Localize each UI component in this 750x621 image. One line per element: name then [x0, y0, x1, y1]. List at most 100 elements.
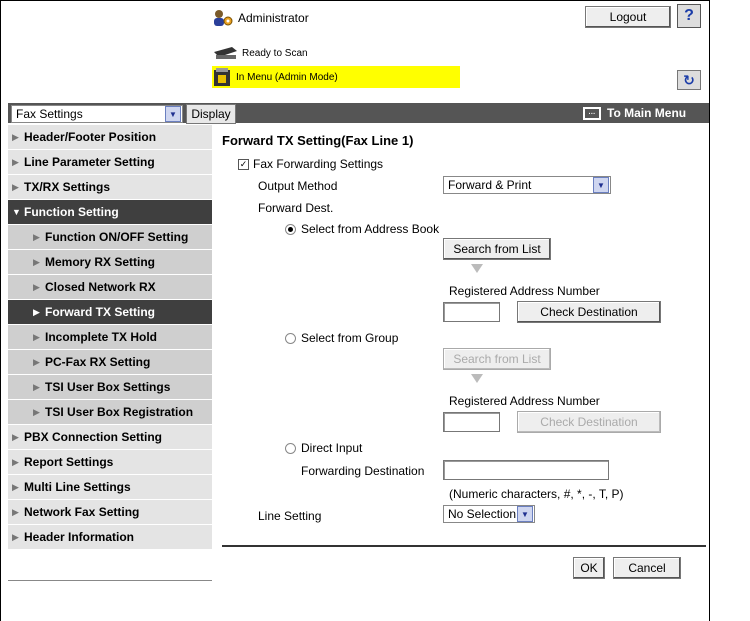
sidebar-item-label: PBX Connection Setting [24, 430, 162, 444]
triangle-right-icon: ▶ [33, 406, 40, 417]
triangle-right-icon: ▶ [12, 531, 19, 542]
triangle-right-icon: ▶ [12, 481, 19, 492]
sidebar-item[interactable]: ▶ Header Information [8, 525, 212, 550]
sidebar-item-label: PC-Fax RX Setting [45, 355, 151, 369]
line-setting-label: Line Setting [258, 509, 322, 523]
triangle-right-icon: ▶ [12, 456, 19, 467]
sidebar-item-label: Report Settings [24, 455, 114, 469]
help-button[interactable]: ? [677, 4, 701, 28]
triangle-right-icon: ▶ [12, 431, 19, 442]
main-menu-label: To Main Menu [607, 106, 687, 120]
sidebar-item-label: Function Setting [24, 205, 119, 219]
copier-icon [214, 68, 230, 86]
fax-forwarding-checkbox[interactable]: ✓ [238, 159, 249, 171]
group-search-from-list-button[interactable]: Search from List [443, 348, 551, 370]
sidebar-bottom-divider [8, 580, 212, 581]
sidebar-item[interactable]: ▶ Closed Network RX [8, 275, 212, 300]
arrow-down-icon [471, 374, 483, 383]
direct-input-hint: (Numeric characters, #, *, -, T, P) [449, 487, 624, 501]
frame-top-border [0, 0, 710, 1]
registered-address-number-label: Registered Address Number [449, 284, 600, 298]
sidebar-item[interactable]: ▶ Function ON/OFF Setting [8, 225, 212, 250]
sidebar-item-label: Incomplete TX Hold [45, 330, 158, 344]
page-title: Forward TX Setting(Fax Line 1) [222, 133, 414, 148]
address-book-radio[interactable] [285, 224, 296, 236]
forward-dest-label: Forward Dest. [258, 201, 334, 215]
sidebar-item-label: Network Fax Setting [24, 505, 140, 519]
sidebar-item-label: Forward TX Setting [45, 305, 156, 319]
arrow-down-icon [471, 264, 483, 273]
form-divider [222, 545, 706, 547]
main-menu-link[interactable]: ··· To Main Menu [583, 103, 686, 123]
line-setting-value: No Selection [448, 507, 517, 521]
group-label: Select from Group [301, 331, 399, 345]
registered-address-number-input[interactable] [443, 302, 500, 322]
direct-input-radio[interactable] [285, 443, 296, 455]
sidebar-item[interactable]: ▶ Incomplete TX Hold [8, 325, 212, 350]
sidebar-item[interactable]: ▶ TSI User Box Settings [8, 375, 212, 400]
logout-button[interactable]: Logout [585, 6, 671, 28]
forwarding-destination-label: Forwarding Destination [301, 464, 425, 478]
sidebar-item-label: Line Parameter Setting [24, 155, 155, 169]
triangle-right-icon: ▶ [33, 281, 40, 292]
administrator-label: Administrator [238, 11, 309, 25]
sidebar-item[interactable]: ▶ Header/Footer Position [8, 125, 212, 150]
sidebar-item[interactable]: ▶ PC-Fax RX Setting [8, 350, 212, 375]
output-method-select[interactable]: Forward & Print ▼ [443, 176, 611, 194]
ok-button[interactable]: OK [573, 557, 605, 579]
sidebar-item[interactable]: ▶ TX/RX Settings [8, 175, 212, 200]
fax-forwarding-row[interactable]: ✓ Fax Forwarding Settings [238, 157, 383, 171]
sidebar-item-label: TSI User Box Settings [45, 380, 171, 394]
sidebar-item[interactable]: ▶ Memory RX Setting [8, 250, 212, 275]
triangle-right-icon: ▶ [12, 156, 19, 167]
triangle-right-icon: ▶ [33, 356, 40, 367]
category-select-value: Fax Settings [16, 107, 83, 121]
administrator-icon [214, 10, 233, 26]
fax-forwarding-label: Fax Forwarding Settings [253, 157, 384, 171]
triangle-right-icon: ▶ [33, 306, 40, 317]
main-menu-icon: ··· [583, 106, 601, 120]
option-direct-input[interactable]: Direct Input [285, 441, 362, 455]
address-book-label: Select from Address Book [301, 222, 440, 236]
triangle-right-icon: ▶ [33, 331, 40, 342]
sidebar-item-label: Memory RX Setting [45, 255, 156, 269]
sidebar-item[interactable]: ▶ Report Settings [8, 450, 212, 475]
chevron-down-icon: ▼ [517, 506, 533, 522]
sidebar-item-label: Multi Line Settings [24, 480, 131, 494]
sidebar-item[interactable]: ▶ PBX Connection Setting [8, 425, 212, 450]
direct-input-label: Direct Input [301, 441, 363, 455]
check-destination-button[interactable]: Check Destination [517, 301, 661, 323]
refresh-button[interactable]: ↻ [677, 70, 701, 90]
scanner-status: Ready to Scan [212, 46, 308, 60]
menu-status-bar: In Menu (Admin Mode) [212, 66, 460, 88]
sidebar-item-label: Closed Network RX [45, 280, 156, 294]
sidebar-item[interactable]: ▶ Forward TX Setting [8, 300, 212, 325]
option-address-book[interactable]: Select from Address Book [285, 222, 439, 236]
triangle-right-icon: ▶ [33, 381, 40, 392]
chevron-down-icon: ▼ [593, 177, 609, 193]
sidebar-item[interactable]: ▶ Multi Line Settings [8, 475, 212, 500]
sidebar-item[interactable]: ▶ Network Fax Setting [8, 500, 212, 525]
group-radio[interactable] [285, 333, 296, 345]
option-group[interactable]: Select from Group [285, 331, 398, 345]
category-select[interactable]: Fax Settings ▼ [11, 105, 183, 123]
output-method-label: Output Method [258, 179, 338, 193]
sidebar-item[interactable]: ▼ Function Setting [8, 200, 212, 225]
sidebar-item[interactable]: ▶ Line Parameter Setting [8, 150, 212, 175]
output-method-value: Forward & Print [448, 178, 532, 192]
sidebar-item-label: Function ON/OFF Setting [45, 230, 189, 244]
sidebar-item[interactable]: ▶ TSI User Box Registration [8, 400, 212, 425]
forwarding-destination-input[interactable] [443, 460, 609, 480]
admin-mode-text: In Menu (Admin Mode) [236, 71, 338, 83]
display-button[interactable]: Display [186, 104, 236, 124]
group-registered-address-number-input[interactable] [443, 412, 500, 432]
sidebar-item-label: TX/RX Settings [24, 180, 111, 194]
group-check-destination-button[interactable]: Check Destination [517, 411, 661, 433]
sidebar: ▶ Header/Footer Position ▶ Line Parameter S… [8, 125, 212, 550]
search-from-list-button[interactable]: Search from List [443, 238, 551, 260]
ready-to-scan-text: Ready to Scan [242, 47, 308, 59]
cancel-button[interactable]: Cancel [613, 557, 681, 579]
admin-indicator: Administrator [212, 8, 309, 28]
sidebar-item-label: TSI User Box Registration [45, 405, 194, 419]
line-setting-select[interactable]: No Selection ▼ [443, 505, 535, 523]
